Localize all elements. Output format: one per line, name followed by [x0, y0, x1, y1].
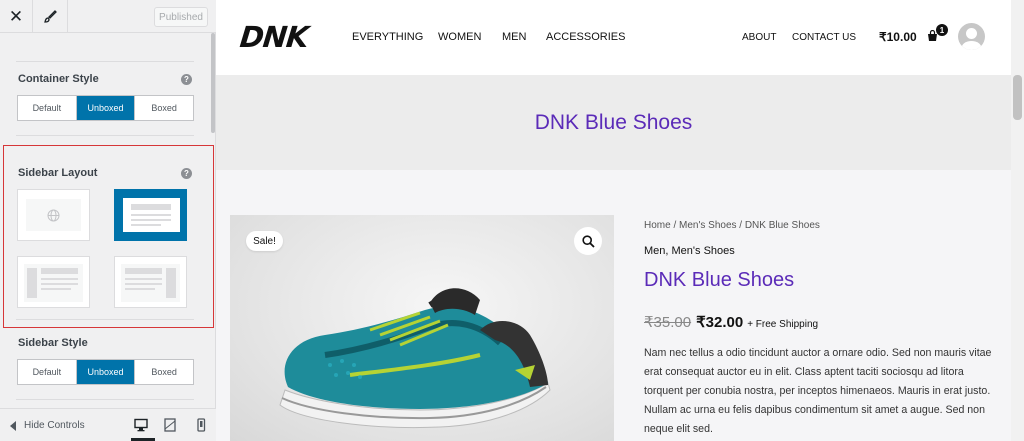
product-image[interactable] — [230, 215, 614, 441]
page-title-banner: DNK Blue Shoes — [216, 75, 1011, 170]
site-header: DNK EVERYTHING WOMEN MEN ACCESSORIES ABO… — [216, 0, 1011, 75]
preview-scrollbar[interactable] — [1011, 0, 1024, 441]
panel-scrollbar[interactable] — [211, 33, 215, 133]
sidebar-style-title: Sidebar Style — [18, 337, 88, 349]
container-style-help-icon[interactable]: ? — [181, 74, 192, 85]
container-style-boxed-option[interactable]: Boxed — [135, 96, 193, 120]
customize-button[interactable] — [33, 0, 68, 33]
avatar[interactable] — [958, 23, 985, 50]
cart-count-badge: 1 — [936, 24, 948, 36]
shoe-image — [279, 288, 551, 428]
sidebar-style-toggle: Default Unboxed Boxed — [17, 359, 194, 385]
sidebar-layout-highlight — [3, 145, 214, 328]
zoom-button[interactable] — [574, 227, 602, 255]
close-customizer-button[interactable]: ✕ — [0, 0, 33, 33]
divider — [16, 399, 194, 400]
divider — [16, 61, 194, 62]
container-style-default-option[interactable]: Default — [18, 96, 77, 120]
shipping-note: + Free Shipping — [747, 319, 819, 330]
nav-item-men[interactable]: MEN — [502, 31, 526, 43]
price-row: ₹35.00 ₹32.00 + Free Shipping — [644, 313, 818, 331]
hide-controls-label: Hide Controls — [24, 420, 85, 431]
nav-item-women[interactable]: WOMEN — [438, 31, 481, 43]
nav-item-about[interactable]: ABOUT — [742, 32, 776, 43]
regular-price: ₹35.00 — [644, 314, 692, 331]
sale-price: ₹32.00 — [696, 314, 744, 331]
tablet-preview-icon[interactable] — [163, 418, 177, 432]
page-title: DNK Blue Shoes — [534, 110, 693, 134]
product-description: Nam nec tellus a odio tincidunt auctor a… — [644, 347, 992, 435]
close-icon: ✕ — [8, 6, 24, 27]
paint-brush-icon — [43, 10, 57, 23]
divider — [16, 135, 194, 136]
container-style-toggle: Default Unboxed Boxed — [17, 95, 194, 121]
user-icon — [961, 28, 982, 50]
sidebar-style-default-option[interactable]: Default — [18, 360, 77, 384]
customizer-footer: Hide Controls — [0, 408, 216, 441]
product-categories[interactable]: Men, Men's Shoes — [644, 245, 735, 257]
publish-button[interactable]: Published — [154, 7, 208, 27]
sale-badge: Sale! — [246, 231, 283, 251]
nav-item-contact-us[interactable]: CONTACT US — [792, 32, 856, 43]
site-logo[interactable]: DNK — [238, 20, 309, 54]
breadcrumb[interactable]: Home / Men's Shoes / DNK Blue Shoes — [644, 220, 820, 231]
scrollbar-thumb[interactable] — [1013, 75, 1022, 120]
nav-item-accessories[interactable]: ACCESSORIES — [546, 31, 625, 43]
mobile-preview-icon[interactable] — [194, 418, 208, 432]
product-title: DNK Blue Shoes — [644, 269, 795, 291]
sidebar-style-unboxed-option[interactable]: Unboxed — [76, 360, 136, 384]
sidebar-style-boxed-option[interactable]: Boxed — [135, 360, 193, 384]
nav-item-everything[interactable]: EVERYTHING — [352, 31, 423, 43]
collapse-icon — [10, 420, 16, 431]
container-style-unboxed-option[interactable]: Unboxed — [76, 96, 136, 120]
site-preview: DNK EVERYTHING WOMEN MEN ACCESSORIES ABO… — [216, 0, 1011, 441]
desktop-preview-icon[interactable] — [134, 418, 148, 432]
customizer-header: ✕ Published — [0, 0, 216, 33]
hide-controls-button[interactable]: Hide Controls — [10, 409, 85, 441]
magnifier-icon — [581, 234, 595, 248]
cart-total[interactable]: ₹10.00 — [879, 30, 917, 44]
container-style-title: Container Style — [18, 73, 99, 85]
